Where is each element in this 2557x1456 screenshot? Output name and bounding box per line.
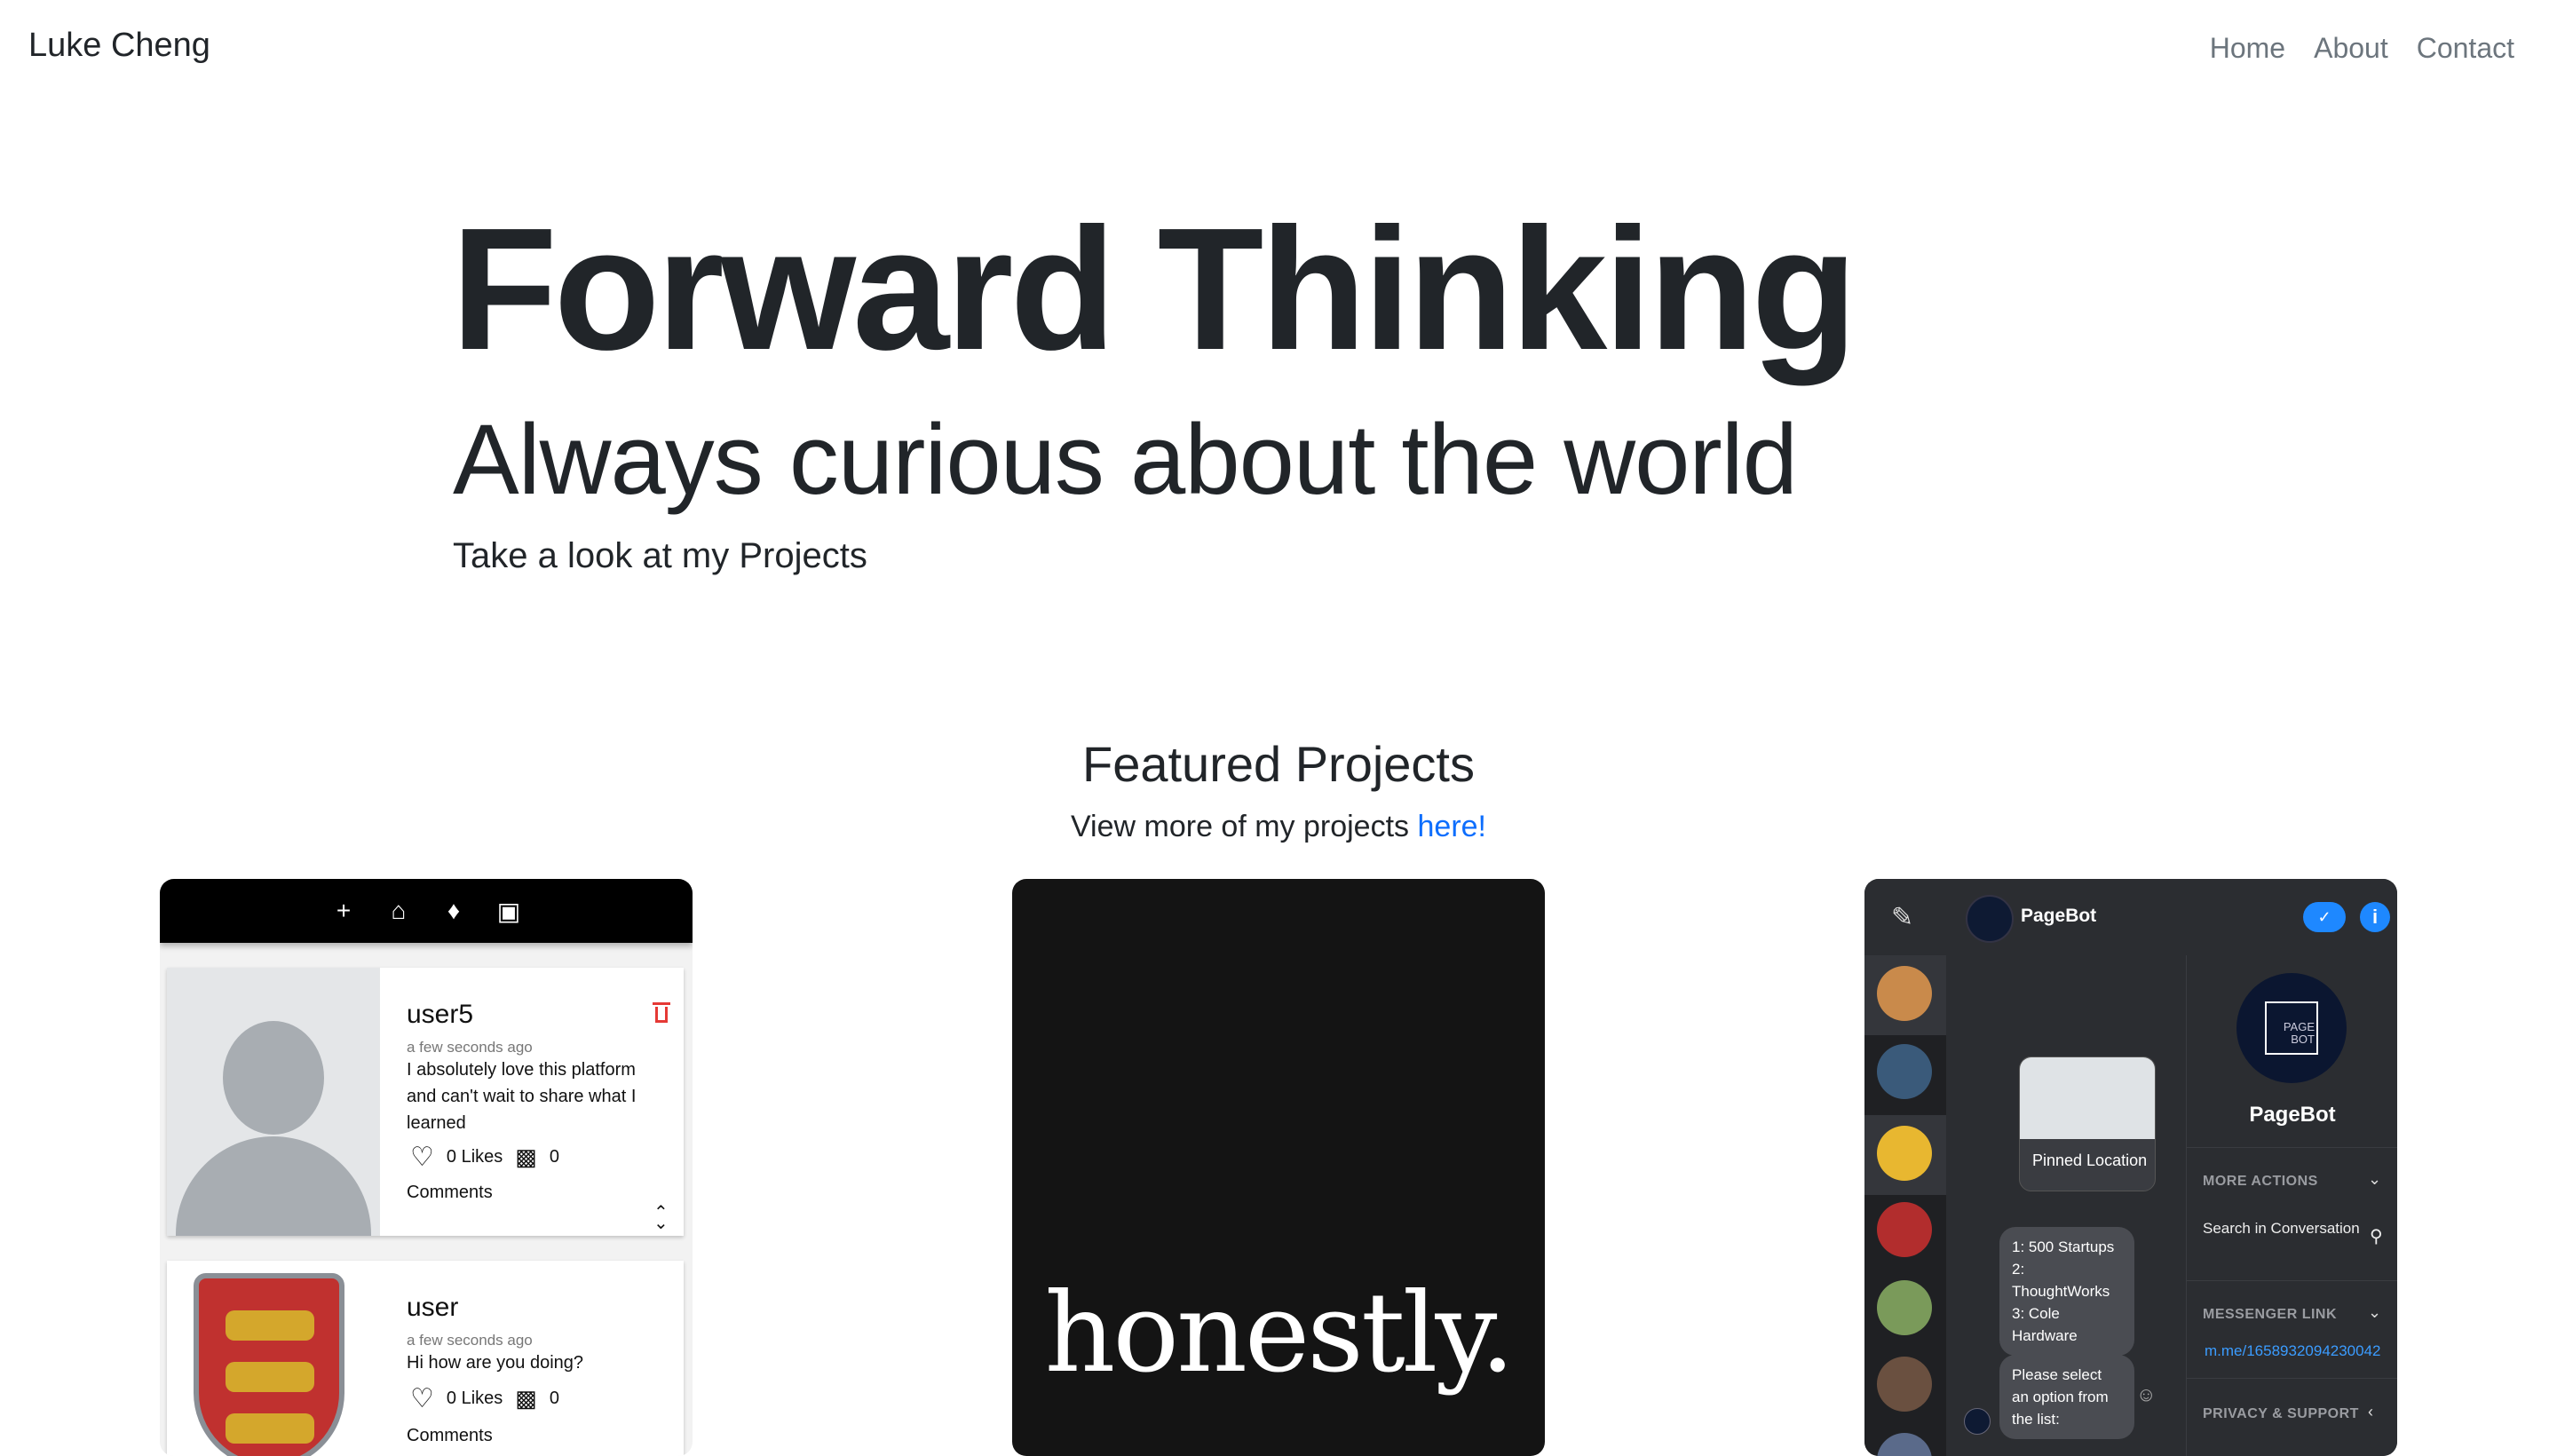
navbar: Luke Cheng Home About Contact [0,0,2557,99]
lion-shape [226,1310,314,1341]
divider [2187,1147,2397,1148]
trash-icon[interactable] [653,1002,670,1023]
comments-label[interactable]: Comments [407,1426,493,1446]
details-panel: PAGE BOT PageBot MORE ACTIONS ⌄ Search i… [2186,955,2397,1456]
featured-subtitle-text: View more of my projects [1070,810,1418,843]
expand-icon[interactable]: ⌃ ⌄ [653,1204,669,1232]
project-card-honestly[interactable]: honestly. [1012,879,1545,1456]
message-bubble: Please select an option from the list: [1999,1355,2134,1439]
chevron-down-icon[interactable]: ⌄ [2368,1170,2381,1189]
chat-panel: Pinned Location 1: 500 Startups 2: Thoug… [1946,955,2186,1456]
nav-link-home[interactable]: Home [2210,32,2285,65]
lion-shape [226,1413,314,1444]
comments-count: 0 [549,1389,559,1408]
project-card-social[interactable]: + ⌂ ♦ ▣ user5 a few seconds ago I absolu… [160,879,693,1456]
featured-title: Featured Projects [1082,736,1475,792]
pagebot-avatar [1966,895,2014,943]
privacy-support-heading[interactable]: PRIVACY & SUPPORT [2203,1406,2359,1422]
search-icon[interactable]: ⚲ [2370,1225,2383,1247]
bell-icon[interactable]: ♦ [439,897,468,925]
contact-avatar[interactable] [1877,1357,1932,1412]
plus-icon[interactable]: + [329,897,358,925]
nav-link-about[interactable]: About [2314,32,2388,65]
comments-label[interactable]: Comments [407,1183,493,1203]
post-timestamp: a few seconds ago [407,1039,533,1056]
chat-icon[interactable]: ▣ [495,897,523,926]
map-thumbnail [2020,1057,2155,1139]
pinned-location-label: Pinned Location [2032,1151,2148,1169]
default-avatar [167,968,380,1236]
messenger-link-heading[interactable]: MESSENGER LINK [2203,1307,2337,1323]
post-actions: ♡ 0 Likes ▩ 0 [410,1383,559,1414]
likes-count: 0 Likes [446,1389,503,1408]
comment-icon[interactable]: ▩ [515,1143,537,1171]
featured-more-link[interactable]: here! [1418,810,1487,843]
bot-avatar [1964,1408,1991,1435]
pagebot-large-avatar: PAGE BOT [2236,973,2347,1083]
messenger-link[interactable]: m.me/1658932094230042 [2205,1342,2381,1360]
shield-icon [194,1273,344,1456]
featured-subtitle: View more of my projects here! [0,810,2557,844]
post-card: user5 a few seconds ago I absolutely lov… [167,968,684,1236]
brand-name[interactable]: Luke Cheng [28,27,210,65]
page-name: PageBot [2249,1103,2336,1127]
chevron-down-icon[interactable]: ⌄ [2368,1303,2381,1322]
more-actions-heading[interactable]: MORE ACTIONS [2203,1174,2318,1190]
hero-title: Forward Thinking [451,192,1857,386]
divider [2187,1280,2397,1281]
post-timestamp: a few seconds ago [407,1332,533,1349]
honestly-wordmark: honestly. [1044,1270,1516,1397]
hero-lead: Take a look at my Projects [453,536,867,575]
conversation-list [1864,955,1946,1456]
shield-avatar [167,1261,380,1456]
chevron-left-icon[interactable]: ‹ [2368,1403,2373,1421]
message-bubble: 1: 500 Startups 2: ThoughtWorks 3: Cole … [1999,1227,2134,1356]
avatar-body-shape [176,1136,371,1236]
contact-avatar[interactable] [1877,1202,1932,1257]
cookie-avatar[interactable] [1877,966,1932,1021]
conversation-name: PageBot [2021,906,2097,926]
contact-avatar[interactable] [1877,1280,1932,1335]
pinned-location-card[interactable]: Pinned Location [2019,1056,2156,1191]
app-toolbar: + ⌂ ♦ ▣ [160,879,693,943]
nav-links: Home About Contact [2210,32,2514,65]
smile-icon[interactable]: ☺ [2136,1383,2156,1406]
contact-avatar[interactable] [1877,1433,1932,1456]
contact-avatar[interactable] [1877,1044,1932,1099]
lion-shape [226,1362,314,1392]
compose-icon[interactable]: ✎ [1891,902,1913,933]
avatar-head-shape [223,1021,324,1135]
search-in-conversation[interactable]: Search in Conversation [2203,1218,2360,1239]
likes-count: 0 Likes [446,1147,503,1167]
heart-icon[interactable]: ♡ [410,1142,434,1173]
hero-subtitle: Always curious about the world [453,404,1798,515]
pagebot-logo-box: PAGE BOT [2265,1001,2318,1055]
info-icon[interactable]: i [2360,902,2390,932]
post-username: user5 [407,1000,474,1029]
post-username: user [407,1293,459,1322]
nav-link-contact[interactable]: Contact [2417,32,2514,65]
heart-icon[interactable]: ♡ [410,1383,434,1414]
comments-count: 0 [549,1147,559,1167]
messenger-topbar: ✎ PageBot ✓ i [1864,879,2397,956]
post-actions: ♡ 0 Likes ▩ 0 [410,1142,559,1173]
divider [2187,1378,2397,1379]
post-text: Hi how are you doing? [407,1353,584,1373]
home-icon[interactable]: ⌂ [384,897,413,925]
check-icon[interactable]: ✓ [2303,902,2346,932]
post-card: user a few seconds ago Hi how are you do… [167,1261,684,1456]
project-card-pagebot[interactable]: ✎ PageBot ✓ i Pinned Location 1: 500 Sta… [1864,879,2397,1456]
wave-avatar[interactable] [1877,1126,1932,1181]
post-text: I absolutely love this platform and can'… [407,1060,637,1133]
comment-icon[interactable]: ▩ [515,1385,537,1412]
